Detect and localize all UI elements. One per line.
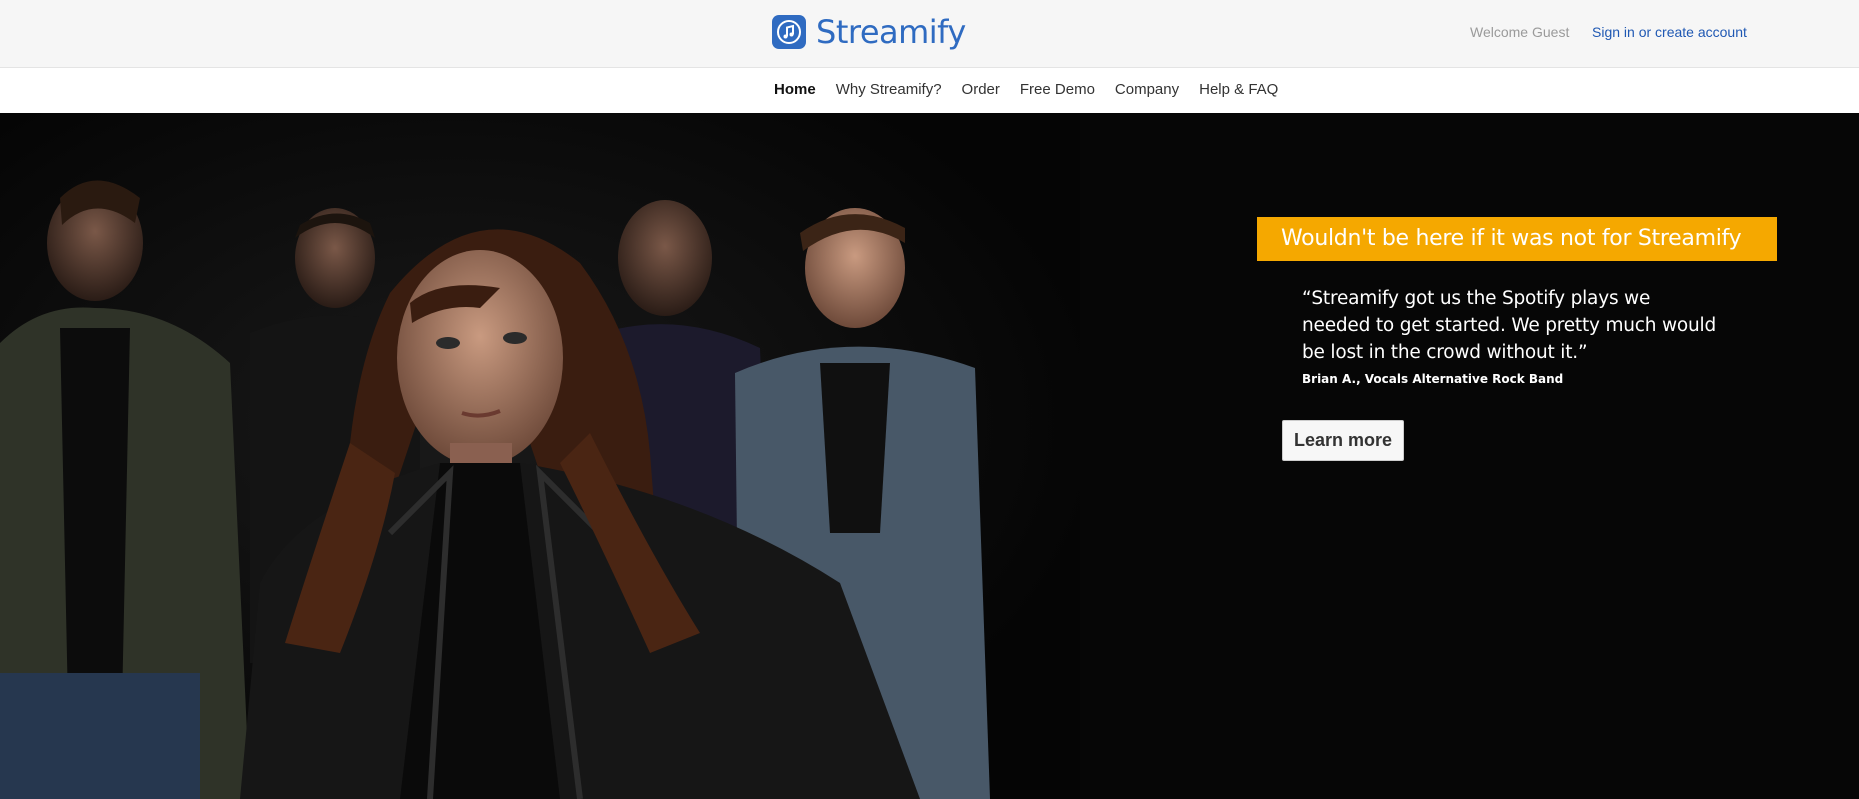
nav-item-free-demo[interactable]: Free Demo [1020,81,1095,98]
nav-item-company[interactable]: Company [1115,81,1179,98]
music-note-icon [772,15,806,49]
hero-section: Wouldn't be here if it was not for Strea… [0,113,1859,799]
testimonial-author: Brian A., Vocals Alternative Rock Band [1302,372,1564,386]
testimonial-banner: Wouldn't be here if it was not for Strea… [1257,217,1777,261]
signin-link[interactable]: Sign in or create account [1592,24,1747,40]
main-nav: Home Why Streamify? Order Free Demo Comp… [0,68,1859,113]
learn-more-button[interactable]: Learn more [1282,420,1404,461]
welcome-text: Welcome Guest [1470,24,1570,40]
top-header: Streamify Welcome Guest Sign in or creat… [0,0,1859,68]
nav-item-help-faq[interactable]: Help & FAQ [1199,81,1278,98]
nav-list: Home Why Streamify? Order Free Demo Comp… [774,81,1298,98]
nav-item-why-streamify[interactable]: Why Streamify? [836,81,942,98]
testimonial-title: Wouldn't be here if it was not for Strea… [1281,226,1742,251]
testimonial-quote: “Streamify got us the Spotify plays we n… [1302,288,1717,363]
band-photo [0,113,1080,799]
nav-item-order[interactable]: Order [962,81,1000,98]
nav-item-home[interactable]: Home [774,81,816,98]
brand-logo[interactable]: Streamify [772,12,966,52]
brand-name: Streamify [816,13,966,51]
